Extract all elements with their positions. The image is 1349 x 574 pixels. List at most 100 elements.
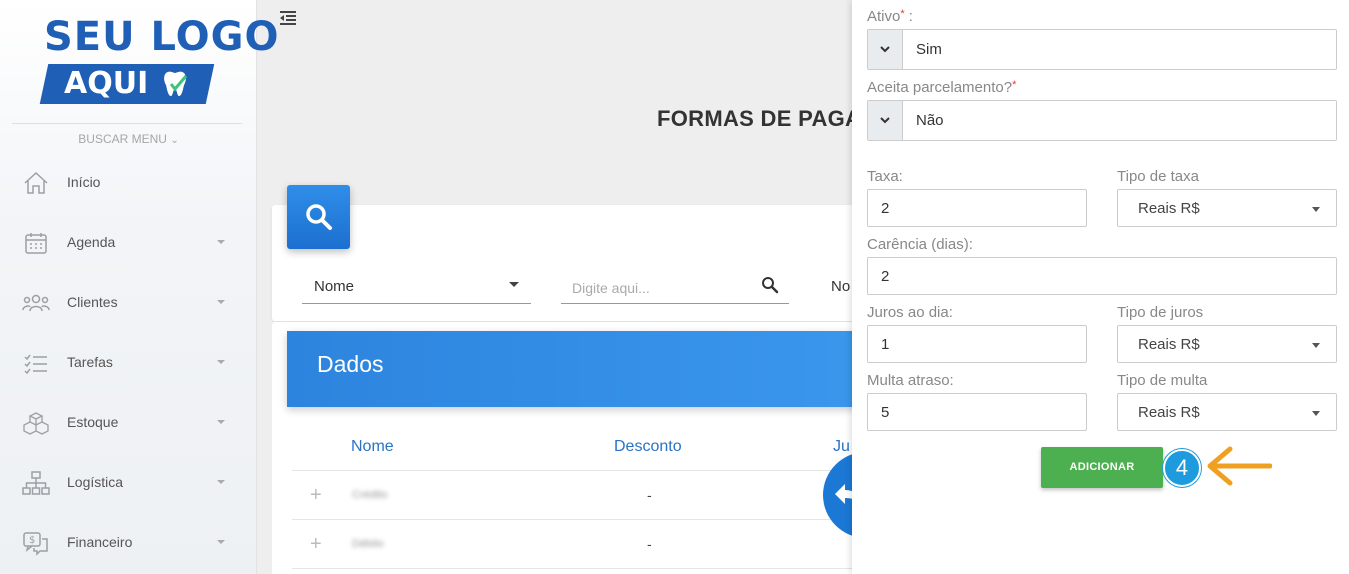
tipo-taxa-label: Tipo de taxa [1117, 168, 1199, 185]
main-content: FORMAS DE PAGA Nome Digite aqui... No Da… [257, 0, 909, 574]
carencia-input[interactable]: 2 [867, 257, 1337, 295]
sidebar-item-tarefas[interactable]: Tarefas [0, 342, 257, 382]
logo-line2: AQUI [64, 66, 149, 101]
filter-third-field[interactable]: No [831, 278, 850, 295]
tipo-multa-label: Tipo de multa [1117, 372, 1208, 389]
users-icon [22, 294, 50, 312]
carencia-label: Carência (dias): [867, 236, 973, 253]
caret-down-icon [217, 480, 225, 484]
juros-input[interactable]: 1 [867, 325, 1087, 363]
column-header-desconto[interactable]: Desconto [614, 438, 682, 456]
parcelamento-value: Não [916, 112, 944, 129]
ativo-select[interactable]: Sim [867, 29, 1337, 70]
table-row [292, 568, 872, 574]
sidebar-item-label: Início [67, 174, 101, 190]
juros-label: Juros ao dia: [867, 304, 953, 321]
ativo-label-text: Ativo [867, 8, 901, 25]
calendar-icon [25, 233, 47, 254]
sidebar-item-label: Clientes [67, 294, 118, 310]
select-addon [868, 101, 903, 140]
sidebar-item-agenda[interactable]: Agenda [0, 222, 257, 262]
expand-plus-icon[interactable]: + [310, 485, 322, 505]
search-placeholder: Digite aqui... [572, 280, 650, 296]
row-desconto: - [647, 487, 652, 503]
taxa-value: 2 [881, 200, 890, 217]
sidebar-item-estoque[interactable]: Estoque [0, 402, 257, 442]
caret-down-icon [217, 420, 225, 424]
ativo-label: Ativo* : [867, 8, 913, 25]
row-name: Débito [352, 538, 384, 550]
filter-field-select[interactable]: Nome [302, 268, 531, 304]
arrow-left-icon [1207, 446, 1272, 486]
sidebar-item-label: Logística [67, 474, 124, 490]
caret-down-icon [509, 282, 519, 287]
tipo-juros-value: Reais R$ [1138, 336, 1200, 353]
filter-field-value: Nome [314, 278, 355, 295]
menu-collapse-icon[interactable] [279, 10, 297, 26]
sidebar-item-label: Agenda [67, 234, 116, 250]
multa-label: Multa atraso: [867, 372, 954, 389]
page-title: FORMAS DE PAGA [657, 106, 862, 131]
tipo-juros-label: Tipo de juros [1117, 304, 1204, 321]
sidebar-item-clientes[interactable]: Clientes [0, 282, 257, 322]
sidebar: SEU LOGO AQUI BUSCAR MENU ⌄ Início Agend… [0, 0, 278, 574]
row-name: Crédito [352, 489, 388, 501]
boxes-icon [23, 412, 49, 435]
menu-search-label: BUSCAR MENU [78, 132, 167, 146]
svg-text:$: $ [29, 535, 35, 546]
column-header-nome[interactable]: Nome [351, 438, 394, 456]
row-desconto: - [647, 536, 652, 552]
carencia-value: 2 [881, 268, 890, 285]
chevron-down-icon [880, 46, 890, 53]
caret-down-icon [217, 240, 225, 244]
parcelamento-label-text: Aceita parcelamento? [867, 79, 1013, 96]
caret-down-icon [1312, 343, 1320, 348]
parcelamento-label: Aceita parcelamento?* [867, 79, 1017, 96]
tipo-taxa-select[interactable]: Reais R$ [1117, 189, 1337, 227]
sidebar-divider [12, 123, 242, 124]
column-header-juros[interactable]: Ju [833, 438, 850, 456]
expand-plus-icon[interactable]: + [310, 534, 322, 554]
table-row[interactable]: + Crédito - [292, 470, 872, 519]
juros-value: 1 [881, 336, 890, 353]
chevron-down-icon: ⌄ [170, 135, 179, 146]
tooth-icon [164, 71, 188, 96]
logo[interactable]: SEU LOGO AQUI [39, 14, 278, 106]
money-chat-icon: $ [23, 532, 48, 556]
home-icon [24, 171, 48, 194]
parcelamento-select[interactable]: Não [867, 100, 1337, 141]
menu-search-toggle[interactable]: BUSCAR MENU ⌄ [0, 132, 257, 146]
sidebar-item-label: Estoque [67, 414, 119, 430]
sidebar-item-financeiro[interactable]: $ Financeiro [0, 522, 257, 562]
add-button[interactable]: ADICIONAR [1041, 447, 1163, 488]
table-row[interactable]: + Débito - [292, 519, 872, 568]
form-panel: Ativo* : Sim Aceita parcelamento?* Não T… [852, 0, 1349, 574]
task-list-icon [24, 354, 47, 375]
search-input[interactable]: Digite aqui... [561, 268, 789, 304]
caret-down-icon [1312, 411, 1320, 416]
taxa-label: Taxa: [867, 168, 903, 185]
sidebar-item-label: Tarefas [67, 354, 113, 370]
sidebar-item-label: Financeiro [67, 534, 133, 550]
caret-down-icon [217, 360, 225, 364]
search-icon[interactable] [761, 276, 779, 294]
tipo-taxa-value: Reais R$ [1138, 200, 1200, 217]
search-tile [287, 185, 350, 249]
caret-down-icon [1312, 207, 1320, 212]
ativo-value: Sim [916, 41, 942, 58]
multa-value: 5 [881, 404, 890, 421]
select-addon [868, 30, 903, 69]
caret-down-icon [217, 300, 225, 304]
tipo-multa-value: Reais R$ [1138, 404, 1200, 421]
step-badge: 4 [1163, 449, 1201, 487]
search-icon [306, 204, 332, 230]
taxa-input[interactable]: 2 [867, 189, 1087, 227]
tipo-multa-select[interactable]: Reais R$ [1117, 393, 1337, 431]
sidebar-item-logistica[interactable]: Logística [0, 462, 257, 502]
chevron-down-icon [880, 117, 890, 124]
caret-down-icon [217, 540, 225, 544]
multa-input[interactable]: 5 [867, 393, 1087, 431]
tipo-juros-select[interactable]: Reais R$ [1117, 325, 1337, 363]
sidebar-item-inicio[interactable]: Início [0, 162, 257, 202]
logo-line1: SEU LOGO [44, 14, 280, 60]
